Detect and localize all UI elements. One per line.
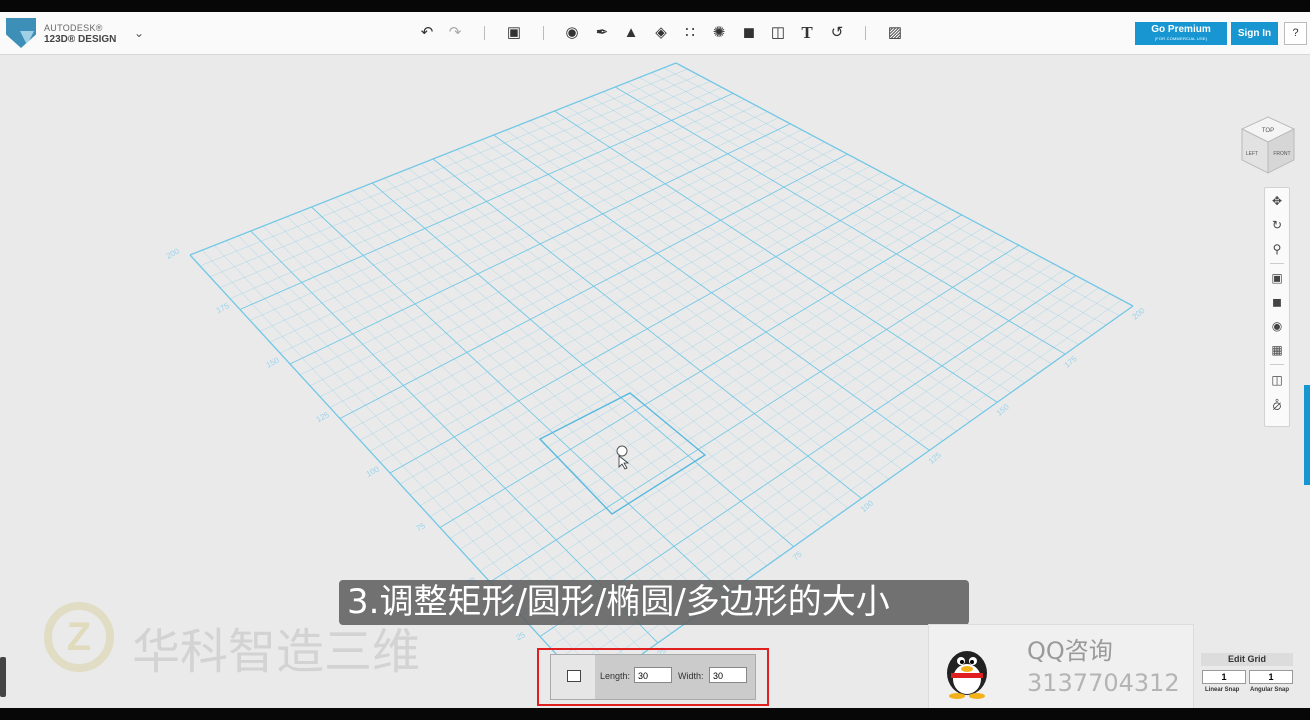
visibility-icon[interactable]: ◉ <box>1265 316 1289 336</box>
grid-axis-label: 100 <box>365 464 381 478</box>
modify-icon[interactable]: ▲ <box>622 24 640 42</box>
penguin-icon <box>947 651 987 699</box>
combine-icon[interactable]: ✺ <box>710 24 728 42</box>
view-icon[interactable]: ◼ <box>1265 292 1289 312</box>
pan-icon[interactable]: ✥ <box>1265 191 1289 211</box>
grid-axis-label: 200 <box>1131 306 1147 322</box>
toolbar-divider <box>484 26 485 40</box>
snap-point-marker <box>616 445 628 457</box>
grid-axis-label: 75 <box>415 521 428 533</box>
view-cube[interactable]: TOP LEFT FRONT <box>1238 115 1298 182</box>
grid-axis-label: 125 <box>315 410 331 424</box>
grid-minor-line <box>639 77 1093 336</box>
app-window: AUTODESK® 123D® DESIGN ⌄ ↶ ↷ ▣ ◉ ✒ ▲ ◈ ∷… <box>0 12 1310 708</box>
primitives-icon[interactable]: ▣ <box>505 24 523 42</box>
grid-axis-label: 175 <box>215 301 231 315</box>
left-panel-handle[interactable] <box>0 657 6 697</box>
grid-axis-label: 75 <box>791 549 804 562</box>
app-logo[interactable] <box>6 18 36 48</box>
group-icon[interactable]: ∷ <box>681 24 699 42</box>
grid-axis-label: 150 <box>995 402 1011 418</box>
grid-major-line <box>675 62 1134 307</box>
main-toolbar: AUTODESK® 123D® DESIGN ⌄ ↶ ↷ ▣ ◉ ✒ ▲ ◈ ∷… <box>0 12 1310 55</box>
snap-icon[interactable]: ↺ <box>828 24 846 42</box>
grid-minor-line <box>663 67 1120 316</box>
grid-axis-label: 25 <box>515 630 528 642</box>
box-icon[interactable]: ◫ <box>769 24 787 42</box>
viewcube-top-label: TOP <box>1262 128 1274 134</box>
go-premium-button[interactable]: Go Premium (FOR COMMERCIAL USE) <box>1135 22 1227 45</box>
redo-icon[interactable]: ↷ <box>446 24 464 42</box>
undo-icon[interactable]: ↶ <box>418 24 436 42</box>
construct-icon[interactable]: ✒ <box>593 24 611 42</box>
grid-minor-line <box>602 91 1052 364</box>
nav-divider <box>1270 263 1284 264</box>
brand-product: 123D® DESIGN <box>44 34 117 45</box>
navigation-bar: ✥ ↻ ⚲ ▣ ◼ ◉ ▦ ◫ ⦲ <box>1264 187 1290 427</box>
edit-grid-panel: Edit Grid 1 1 Linear Snap Angular Snap <box>1200 652 1294 700</box>
measure-icon[interactable]: ◼ <box>740 24 758 42</box>
viewcube-front-label: FRONT <box>1273 151 1290 157</box>
go-premium-label: Go Premium <box>1151 24 1211 35</box>
app-menu-chevron-icon[interactable]: ⌄ <box>134 26 144 40</box>
video-caption: 3.调整矩形/圆形/椭圆/多边形的大小 <box>339 580 969 625</box>
nav-divider <box>1270 364 1284 365</box>
hide-icon[interactable]: ⦲ <box>1265 396 1289 416</box>
linear-snap-field[interactable]: 1 <box>1202 670 1246 684</box>
grid-axis-label: 150 <box>265 355 281 369</box>
toolbar-divider <box>865 26 866 40</box>
toolbar-divider <box>543 26 544 40</box>
fit-icon[interactable]: ▣ <box>1265 268 1289 288</box>
qq-contact-panel: QQ咨询 3137704312 <box>928 624 1194 708</box>
top-letterbox <box>0 0 1310 12</box>
pattern-icon[interactable]: ◈ <box>652 24 670 42</box>
grid-axis-label: 175 <box>1063 354 1079 370</box>
grid-major-line <box>615 86 1066 355</box>
orbit-icon[interactable]: ↻ <box>1265 215 1289 235</box>
highlight-box <box>537 648 769 706</box>
viewcube-left-label: LEFT <box>1246 151 1258 157</box>
bottom-letterbox <box>0 708 1310 720</box>
brand-company: AUTODESK® <box>44 23 103 33</box>
text-icon[interactable]: T <box>798 24 816 42</box>
watermark-logo: Z <box>44 602 114 672</box>
go-premium-sublabel: (FOR COMMERCIAL USE) <box>1154 36 1208 41</box>
sign-in-button[interactable]: Sign In <box>1231 22 1278 45</box>
materials-icon[interactable]: ▨ <box>886 24 904 42</box>
side-panel-tab[interactable] <box>1304 385 1310 485</box>
grid-axis-label: 125 <box>927 450 943 466</box>
grid-axis-label: 100 <box>859 498 875 514</box>
material-icon[interactable]: ◫ <box>1265 370 1289 390</box>
grid-visibility-icon[interactable]: ▦ <box>1265 340 1289 360</box>
angular-snap-field[interactable]: 1 <box>1249 670 1293 684</box>
sketch-icon[interactable]: ◉ <box>563 24 581 42</box>
grid-minor-line <box>627 82 1079 345</box>
zoom-icon[interactable]: ⚲ <box>1265 239 1289 259</box>
qq-label: QQ咨询 <box>1027 637 1113 665</box>
angular-snap-label: Angular Snap <box>1250 687 1290 693</box>
grid-minor-line <box>651 72 1106 326</box>
linear-snap-label: Linear Snap <box>1205 687 1240 693</box>
edit-grid-button[interactable]: Edit Grid <box>1201 653 1293 666</box>
grid-axis-label: 200 <box>165 246 181 260</box>
help-button[interactable]: ? <box>1284 22 1307 45</box>
qq-number: 3137704312 <box>1027 669 1180 697</box>
